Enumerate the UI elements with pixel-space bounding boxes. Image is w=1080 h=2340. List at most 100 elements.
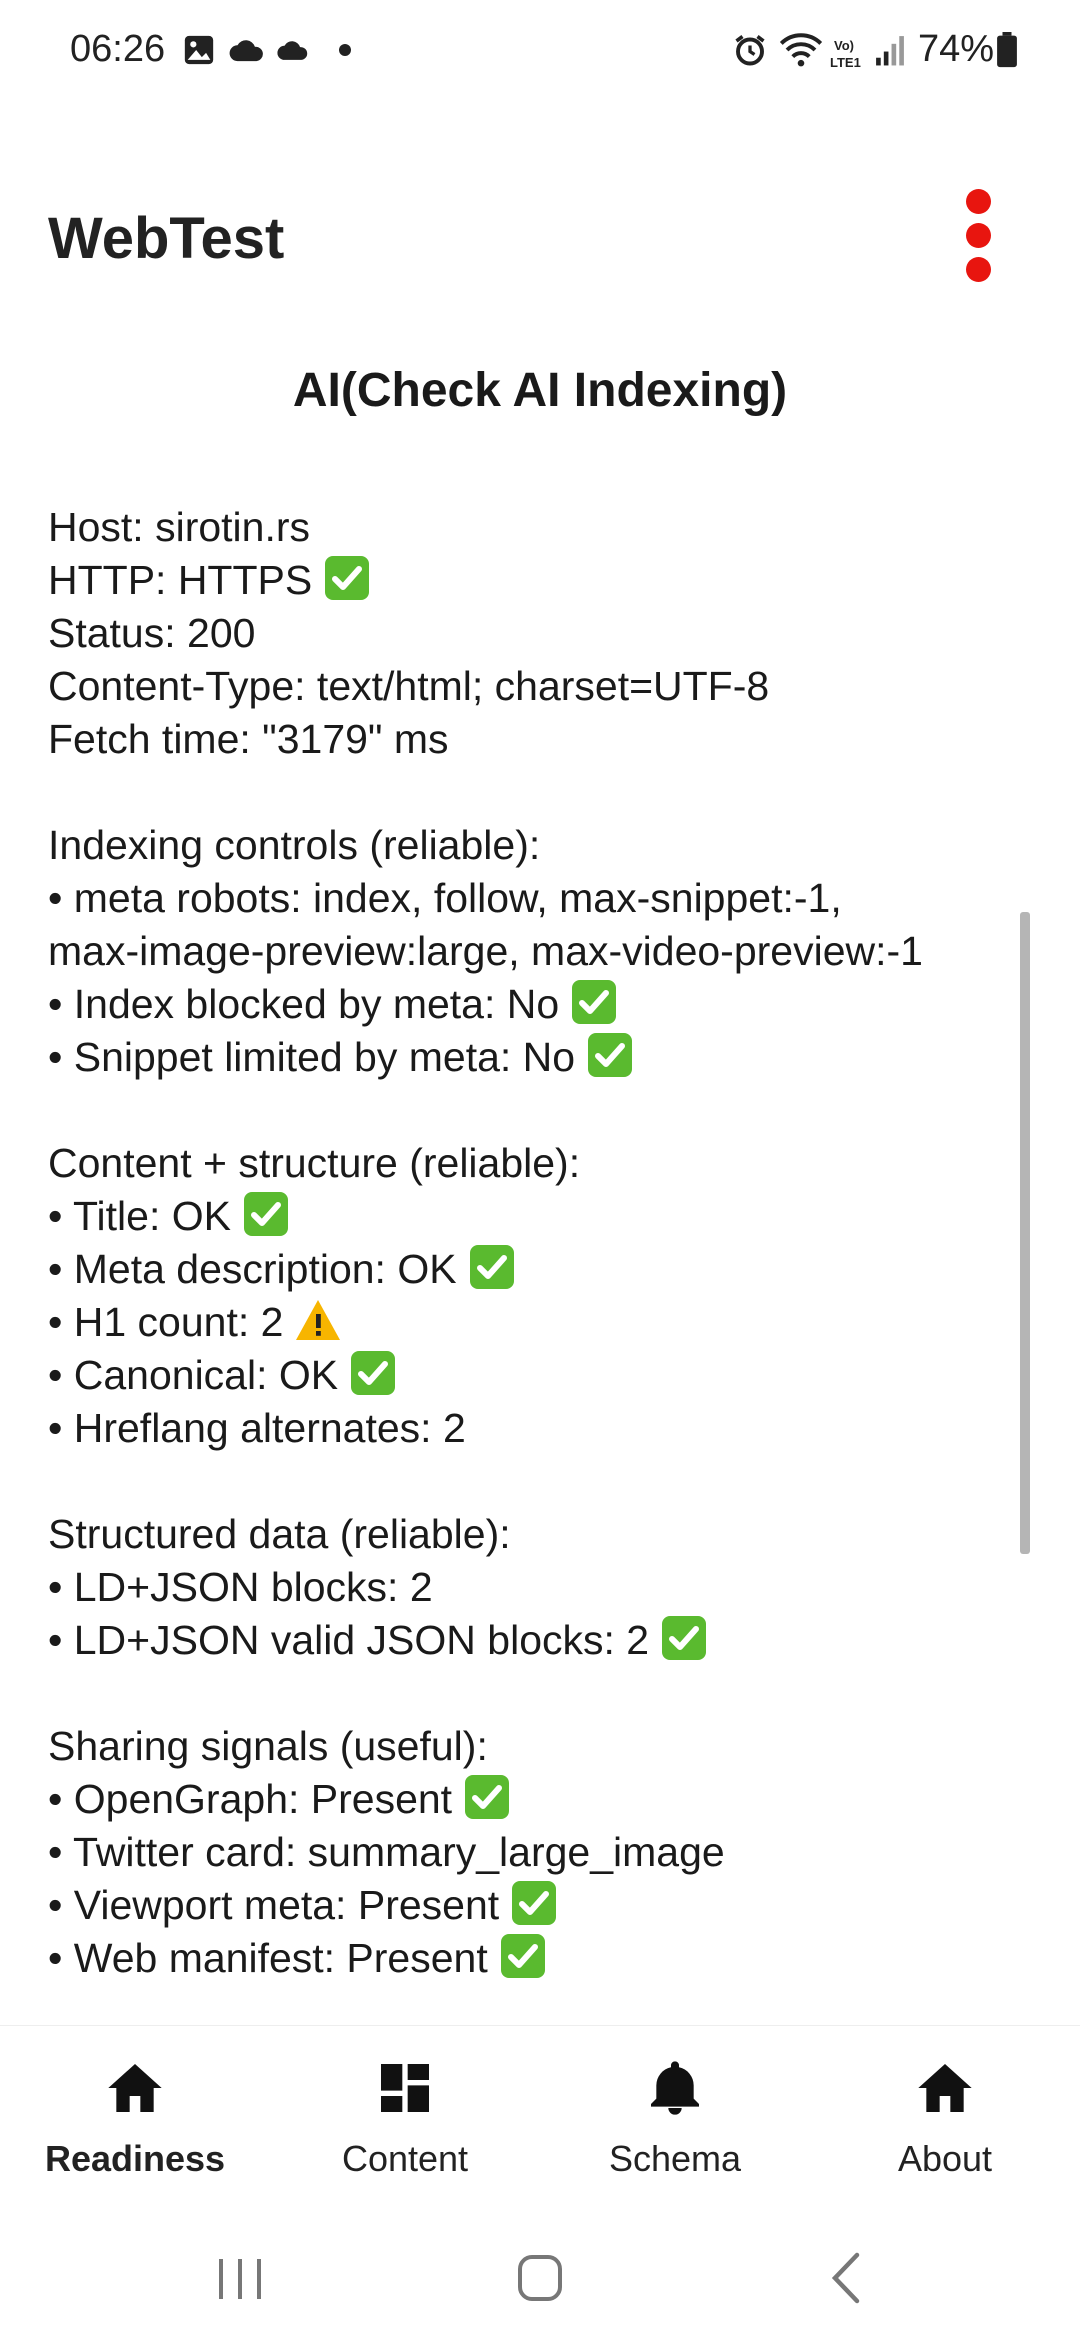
report-line-text: • Hreflang alternates: 2 bbox=[48, 1405, 466, 1451]
report-line: Fetch time: "3179" ms bbox=[48, 713, 1048, 766]
report-line: • Index blocked by meta: No bbox=[48, 978, 1048, 1031]
report-line: • Meta description: OK bbox=[48, 1243, 1048, 1296]
cloud-icon bbox=[228, 30, 266, 70]
back-icon[interactable] bbox=[805, 2243, 885, 2313]
report-scroll-area[interactable]: Host: sirotin.rs Host: sirotin.rs HTTP: HT… bbox=[0, 492, 1080, 1982]
report-line-text: Host: sirotin.rs bbox=[48, 504, 310, 550]
report-line-text: • Meta description: OK bbox=[48, 1246, 457, 1292]
report-line-text: Structured data (reliable): bbox=[48, 1511, 511, 1557]
check-icon bbox=[569, 978, 619, 1026]
check-icon bbox=[348, 1349, 398, 1397]
report-line: • H1 count: 2 bbox=[48, 1296, 1048, 1349]
scrollbar[interactable] bbox=[1020, 912, 1030, 1554]
svg-text:Vo): Vo) bbox=[834, 38, 854, 53]
report-line: Host: sirotin.rs bbox=[48, 501, 1048, 554]
dot-icon bbox=[338, 30, 352, 70]
check-icon bbox=[241, 1190, 291, 1238]
report-line: • Snippet limited by meta: No bbox=[48, 1031, 1048, 1084]
home-icon bbox=[108, 2064, 162, 2112]
report-line-text: HTTP: HTTPS bbox=[48, 557, 313, 603]
report-line: Indexing controls (reliable): bbox=[48, 819, 1048, 872]
report-blank-line bbox=[48, 1667, 1048, 1720]
nav-readiness[interactable]: Readiness bbox=[0, 2056, 270, 2180]
nav-content[interactable]: Content bbox=[270, 2056, 540, 2180]
report-blank-line bbox=[48, 1455, 1048, 1508]
volte-icon: Vo) LTE1 bbox=[828, 34, 870, 74]
report-line: • Viewport meta: Present bbox=[48, 1879, 1048, 1932]
report-line: Content + structure (reliable): bbox=[48, 1137, 1048, 1190]
app-title: WebTest bbox=[48, 206, 285, 271]
more-vert-button[interactable] bbox=[955, 185, 1003, 285]
report-line-text: • Index blocked by meta: No bbox=[48, 981, 560, 1027]
report-line: • Hreflang alternates: 2 bbox=[48, 1402, 1048, 1455]
menu-dot bbox=[966, 189, 991, 214]
svg-text:LTE1: LTE1 bbox=[830, 55, 861, 70]
report-line: Content-Type: text/html; charset=UTF-8 bbox=[48, 660, 1048, 713]
report-line: Structured data (reliable): bbox=[48, 1508, 1048, 1561]
report-line: • LD+JSON valid JSON blocks: 2 bbox=[48, 1614, 1048, 1667]
battery-percent: 74% bbox=[918, 28, 995, 70]
nav-label: Readiness bbox=[44, 2138, 226, 2179]
status-time: 06:26 bbox=[70, 28, 166, 70]
bell-icon bbox=[651, 2061, 699, 2115]
report-line: • Web manifest: Present bbox=[48, 1932, 1048, 1982]
system-navigation bbox=[0, 2215, 1080, 2340]
check-icon bbox=[659, 1614, 709, 1662]
report-line-text: • meta robots: index, follow, max-snippe… bbox=[48, 875, 842, 921]
report-line: Sharing signals (useful): bbox=[48, 1720, 1048, 1773]
report-line-text: Fetch time: "3179" ms bbox=[48, 716, 449, 762]
check-icon bbox=[509, 1879, 559, 1927]
report-blank-line bbox=[48, 766, 1048, 819]
dashboard-icon bbox=[381, 2064, 429, 2112]
bottom-navigation: Readiness Content Schema About bbox=[0, 2025, 1080, 2216]
report-line: max-image-preview:large, max-video-previ… bbox=[48, 925, 1048, 978]
nav-schema[interactable]: Schema bbox=[540, 2056, 810, 2180]
report-line: HTTP: HTTPS bbox=[48, 554, 1048, 607]
report-line: • Title: OK bbox=[48, 1190, 1048, 1243]
recents-icon[interactable] bbox=[200, 2243, 280, 2313]
report-line-text: Status: 200 bbox=[48, 610, 256, 656]
nav-label: About bbox=[897, 2138, 993, 2179]
cloud-icon bbox=[276, 30, 310, 70]
report-line: • LD+JSON blocks: 2 bbox=[48, 1561, 1048, 1614]
signal-icon bbox=[874, 30, 906, 70]
nav-label: Schema bbox=[608, 2138, 742, 2179]
battery-icon bbox=[996, 30, 1018, 70]
alarm-icon bbox=[732, 30, 768, 70]
report-line: • Canonical: OK bbox=[48, 1349, 1048, 1402]
report-line-text: • Title: OK bbox=[48, 1193, 231, 1239]
report-text: Host: sirotin.rs Host: sirotin.rs HTTP: HT… bbox=[48, 492, 1048, 1982]
nav-about[interactable]: About bbox=[810, 2056, 1080, 2180]
menu-dot bbox=[966, 257, 991, 282]
report-line-text: Sharing signals (useful): bbox=[48, 1723, 488, 1769]
report-line-text: Indexing controls (reliable): bbox=[48, 822, 541, 868]
report-line-text: • Canonical: OK bbox=[48, 1352, 339, 1398]
report-line: • Twitter card: summary_large_image bbox=[48, 1826, 1048, 1879]
home-icon bbox=[918, 2064, 972, 2112]
report-line-text: • Twitter card: summary_large_image bbox=[48, 1829, 725, 1875]
report-blank-line bbox=[48, 1084, 1048, 1137]
report-line-text: Content-Type: text/html; charset=UTF-8 bbox=[48, 663, 770, 709]
report-line-partial: Host: sirotin.rs bbox=[48, 492, 1048, 501]
report-line-text: • OpenGraph: Present bbox=[48, 1776, 453, 1822]
report-line-text: • Viewport meta: Present bbox=[48, 1882, 500, 1928]
report-line-text: • LD+JSON blocks: 2 bbox=[48, 1564, 433, 1610]
report-line-text: max-image-preview:large, max-video-previ… bbox=[48, 928, 923, 974]
check-icon bbox=[467, 1243, 517, 1291]
image-icon bbox=[182, 30, 216, 70]
report-line-text: • Web manifest: Present bbox=[48, 1935, 488, 1981]
home-circle-icon[interactable] bbox=[500, 2243, 580, 2313]
check-icon bbox=[498, 1932, 548, 1980]
nav-label: Content bbox=[341, 2138, 469, 2179]
report-line-text: • LD+JSON valid JSON blocks: 2 bbox=[48, 1617, 650, 1663]
report-line: • meta robots: index, follow, max-snippe… bbox=[48, 872, 1048, 925]
report-line-text: • H1 count: 2 bbox=[48, 1299, 284, 1345]
check-icon bbox=[585, 1031, 635, 1079]
report-line: Status: 200 bbox=[48, 607, 1048, 660]
report-line-text: Content + structure (reliable): bbox=[48, 1140, 581, 1186]
menu-dot bbox=[966, 223, 991, 248]
wifi-icon bbox=[778, 30, 824, 70]
status-bar: 06:26 Vo) LTE1 74% bbox=[0, 0, 1080, 100]
report-line-text: • Snippet limited by meta: No bbox=[48, 1034, 576, 1080]
warning-icon bbox=[293, 1296, 343, 1344]
